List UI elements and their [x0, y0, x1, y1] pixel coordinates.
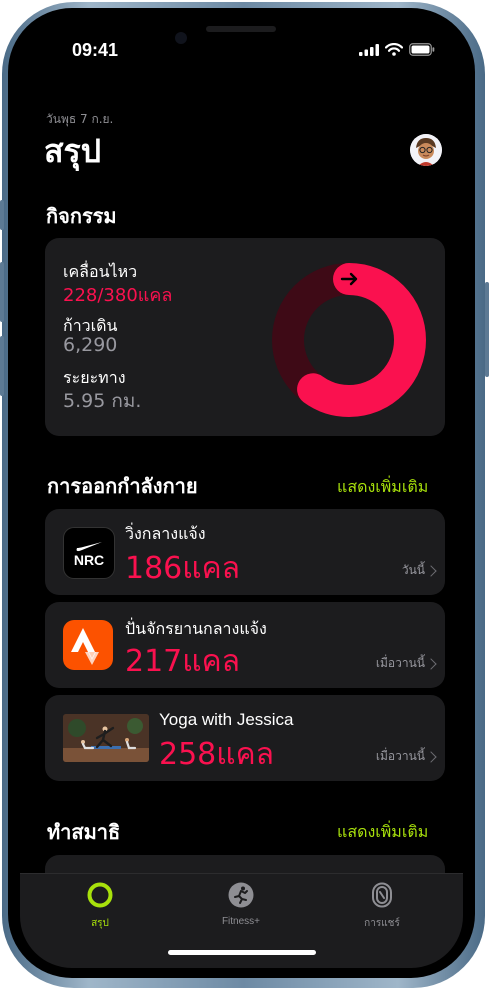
profile-avatar[interactable] [410, 134, 442, 166]
tab-fitness-plus[interactable]: Fitness+ [171, 874, 311, 944]
activity-card[interactable]: เคลื่อนไหว 228/380แคล ก้าวเดิน 6,290 ระย… [45, 238, 445, 436]
workout-date: เมื่อวานนี้ [375, 656, 425, 670]
nrc-app-icon: NRC [63, 527, 115, 579]
status-time: 09:41 [72, 40, 119, 60]
nrc-badge-text: NRC [73, 552, 105, 568]
chevron-right-icon [425, 565, 437, 577]
home-indicator[interactable] [168, 950, 316, 955]
volume-down-button [0, 336, 4, 396]
strava-app-icon [63, 620, 113, 670]
yoga-scene-icon [63, 714, 149, 762]
workout-date: เมื่อวานนี้ [375, 749, 425, 763]
battery-icon [409, 43, 435, 56]
front-camera [175, 32, 187, 44]
wifi-icon [385, 43, 403, 56]
chevron-right-icon [425, 751, 437, 763]
workout-row[interactable]: Yoga with Jessica 258แคล เมื่อวานนี้ [45, 695, 445, 781]
memoji-avatar-icon [410, 134, 442, 166]
steps-value: 6,290 [63, 334, 118, 356]
tab-summary[interactable]: สรุป [30, 874, 170, 944]
tab-summary-label: สรุป [91, 918, 109, 929]
volume-up-button [0, 262, 4, 322]
yoga-thumbnail [63, 714, 149, 762]
page-title: สรุป [44, 132, 102, 170]
workouts-show-more-link[interactable]: แสดงเพิ่มเติม [337, 475, 428, 500]
tab-fitness-plus-label: Fitness+ [221, 916, 261, 927]
speaker-grille [206, 26, 276, 32]
move-ring [272, 263, 426, 417]
workout-calories: 186แคล [125, 551, 241, 586]
workout-title: Yoga with Jessica [159, 710, 294, 729]
mindfulness-heading: ทำสมาธิ [47, 820, 121, 844]
action-button [0, 200, 4, 230]
workout-calories: 258แคล [159, 737, 275, 772]
move-value: 228/380แคล [63, 285, 173, 306]
workout-calories: 217แคล [125, 644, 241, 679]
activity-heading: กิจกรรม [46, 204, 117, 228]
workout-title: วิ่งกลางแจ้ง [125, 524, 206, 543]
cellular-signal-icon [359, 43, 379, 56]
fitness-plus-icon [228, 882, 254, 908]
sharing-icon [372, 882, 392, 908]
summary-ring-icon [87, 882, 113, 908]
workout-row[interactable]: ปั่นจักรยานกลางแจ้ง 217แคล เมื่อวานนี้ [45, 602, 445, 688]
tab-sharing-label: การแชร์ [364, 918, 400, 929]
distance-value: 5.95 กม. [63, 390, 142, 412]
phone-screen: 09:41 วันพุธ 7 ก.ย. สรุป กิจกรรม เคลื่อน… [20, 18, 463, 968]
workouts-heading: การออกกำลังกาย [47, 474, 198, 498]
workout-date: วันนี้ [401, 563, 425, 577]
tab-sharing[interactable]: การแชร์ [312, 874, 452, 944]
strava-logo-icon [71, 628, 99, 665]
swoosh-icon [76, 542, 102, 552]
side-power-button [485, 282, 489, 377]
status-icons [359, 43, 435, 56]
workout-row[interactable]: NRC วิ่งกลางแจ้ง 186แคล วันนี้ [45, 509, 445, 595]
mindfulness-show-more-link[interactable]: แสดงเพิ่มเติม [337, 820, 428, 845]
chevron-right-icon [425, 658, 437, 670]
